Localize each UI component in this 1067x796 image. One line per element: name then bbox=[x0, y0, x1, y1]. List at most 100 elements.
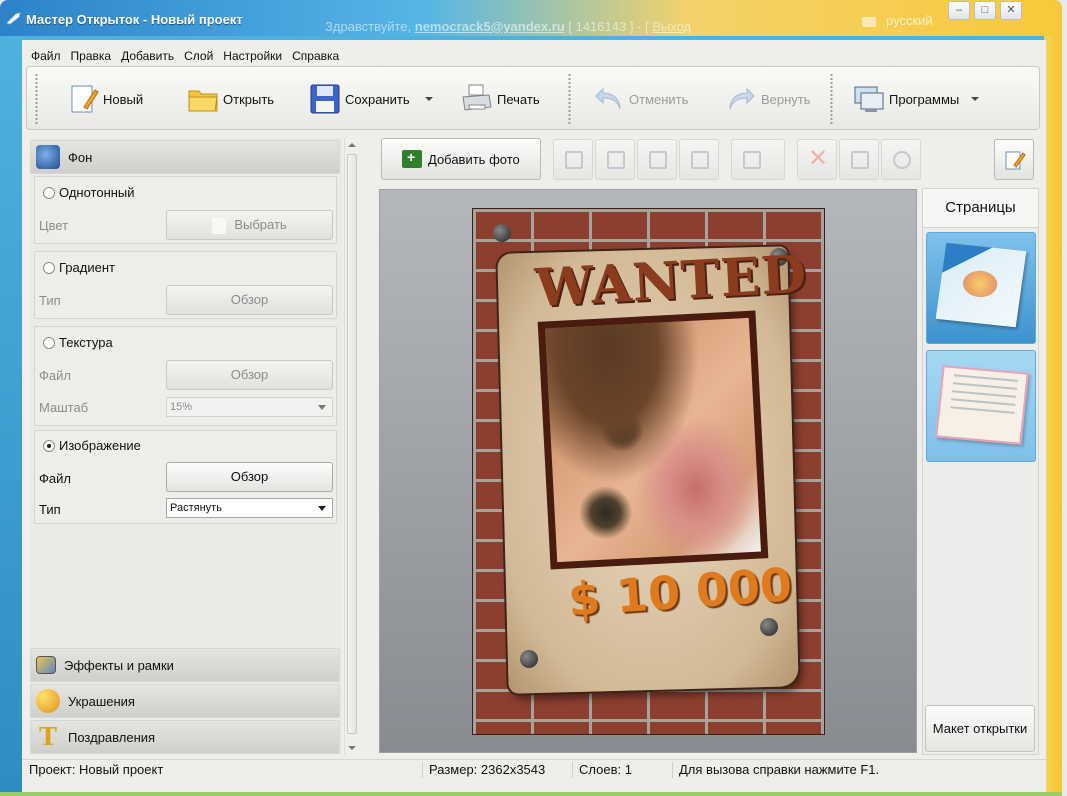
texture-scale-select[interactable]: 15% bbox=[166, 397, 333, 417]
page-thumbnail-front[interactable] bbox=[926, 232, 1036, 344]
save-dropdown-arrow[interactable] bbox=[425, 97, 433, 101]
properties-button[interactable] bbox=[881, 139, 921, 180]
computer-icon bbox=[854, 86, 884, 112]
undo-icon bbox=[595, 87, 621, 110]
toolbar-separator-2 bbox=[830, 73, 833, 125]
nail-icon bbox=[520, 650, 538, 668]
programs-dropdown-arrow[interactable] bbox=[971, 97, 979, 101]
poster-headline: WANTED bbox=[533, 243, 809, 319]
delete-button[interactable]: ✕ bbox=[797, 139, 837, 180]
window-border-right bbox=[1044, 36, 1062, 796]
background-section-header[interactable]: Фон bbox=[30, 140, 340, 174]
toolbar-separator bbox=[568, 73, 571, 125]
gradient-radio-circle[interactable] bbox=[43, 261, 55, 274]
image-group: Изображение Файл Обзор Тип Растянуть bbox=[34, 430, 337, 524]
crop-button[interactable] bbox=[839, 139, 879, 180]
open-button[interactable]: Открыть bbox=[187, 77, 274, 121]
gradient-radio-label: Градиент bbox=[59, 260, 115, 275]
color-swatch bbox=[212, 217, 227, 234]
image-browse-button[interactable]: Обзор bbox=[166, 462, 333, 492]
texture-browse-button[interactable]: Обзор bbox=[166, 360, 333, 390]
bring-to-front-button[interactable] bbox=[553, 139, 593, 180]
solid-radio-label: Однотонный bbox=[59, 185, 135, 200]
texture-group: Текстура Файл Обзор Маштаб 15% bbox=[34, 326, 337, 426]
save-button[interactable]: Сохранить bbox=[309, 77, 410, 121]
image-type-select[interactable]: Растянуть bbox=[166, 498, 333, 518]
greetings-section-header[interactable]: T Поздравления bbox=[30, 720, 340, 754]
solid-radio[interactable]: Однотонный bbox=[43, 185, 135, 200]
add-photo-icon bbox=[402, 149, 422, 168]
redo-icon bbox=[729, 87, 755, 110]
scroll-thumb[interactable] bbox=[347, 154, 357, 734]
maximize-button[interactable]: □ bbox=[974, 1, 996, 20]
undo-label: Отменить bbox=[629, 91, 689, 107]
menu-add[interactable]: Добавить bbox=[118, 47, 177, 65]
print-button[interactable]: Печать bbox=[461, 77, 540, 121]
effects-section-header[interactable]: Эффекты и рамки bbox=[30, 648, 340, 682]
bring-forward-button[interactable] bbox=[595, 139, 635, 180]
user-email-link[interactable]: nemocrack5@yandex.ru bbox=[415, 19, 565, 34]
edit-pencil-icon bbox=[1005, 151, 1026, 170]
logout-link[interactable]: Выход bbox=[652, 19, 691, 34]
edit-text-button[interactable] bbox=[994, 139, 1034, 180]
toolbar-grip[interactable] bbox=[35, 73, 38, 125]
add-photo-button[interactable]: Добавить фото bbox=[381, 138, 541, 180]
redo-button[interactable]: Вернуть bbox=[725, 77, 811, 121]
nail-icon bbox=[760, 618, 778, 636]
pages-list bbox=[922, 227, 1039, 755]
choose-color-button[interactable]: Выбрать bbox=[166, 210, 333, 240]
left-panel-scrollbar[interactable] bbox=[344, 138, 358, 755]
add-photo-label: Добавить фото bbox=[428, 151, 520, 167]
menu-layer[interactable]: Слой bbox=[181, 47, 216, 65]
undo-button[interactable]: Отменить bbox=[593, 77, 688, 121]
portrait-photo bbox=[545, 317, 761, 563]
menu-edit[interactable]: Правка bbox=[68, 47, 115, 65]
programs-label: Программы bbox=[889, 91, 960, 107]
card-front-preview bbox=[935, 242, 1027, 328]
open-label: Открыть bbox=[223, 91, 275, 107]
new-button[interactable]: Новый bbox=[67, 77, 143, 121]
align-button[interactable] bbox=[731, 139, 785, 180]
print-label: Печать bbox=[497, 91, 540, 107]
card-layout-button[interactable]: Макет открытки bbox=[925, 705, 1035, 752]
photo-frame[interactable] bbox=[537, 310, 769, 570]
send-to-back-button[interactable] bbox=[679, 139, 719, 180]
nail-icon bbox=[493, 224, 511, 242]
menu-settings[interactable]: Настройки bbox=[220, 47, 285, 65]
card-back-preview bbox=[935, 365, 1029, 445]
layer-back-icon bbox=[691, 151, 709, 169]
programs-button[interactable]: Программы bbox=[853, 77, 959, 121]
palette-icon bbox=[36, 689, 60, 713]
tab-pages[interactable]: Страницы bbox=[922, 188, 1039, 228]
decorations-section-header[interactable]: Украшения bbox=[30, 684, 340, 718]
status-divider bbox=[572, 762, 573, 778]
close-button[interactable]: ✕ bbox=[1000, 1, 1022, 20]
texture-radio[interactable]: Текстура bbox=[43, 335, 113, 350]
gradient-radio[interactable]: Градиент bbox=[43, 260, 115, 275]
layer-backward-icon bbox=[649, 151, 667, 169]
minimize-button[interactable]: – bbox=[948, 1, 970, 20]
new-label: Новый bbox=[103, 91, 144, 107]
texture-radio-circle[interactable] bbox=[43, 336, 55, 349]
menu-file[interactable]: Файл bbox=[28, 47, 64, 65]
scroll-up-arrow[interactable] bbox=[348, 143, 356, 147]
title-bar[interactable]: Мастер Открыток - Новый проект Здравству… bbox=[0, 0, 1062, 36]
texture-radio-label: Текстура bbox=[59, 335, 113, 350]
texture-scale-label: Маштаб bbox=[39, 400, 89, 415]
layer-front-icon bbox=[565, 151, 583, 169]
solid-radio-circle[interactable] bbox=[43, 186, 55, 199]
crop-icon bbox=[851, 151, 869, 169]
gradient-group: Градиент Тип Обзор bbox=[34, 251, 337, 319]
status-project: Проект: Новый проект bbox=[29, 762, 164, 777]
page-thumbnail-back[interactable] bbox=[926, 350, 1036, 462]
menu-help[interactable]: Справка bbox=[289, 47, 342, 65]
scroll-down-arrow[interactable] bbox=[348, 746, 356, 750]
language-selector[interactable]: русский bbox=[862, 13, 933, 28]
gradient-browse-button[interactable]: Обзор bbox=[166, 285, 333, 315]
image-radio[interactable]: Изображение bbox=[43, 438, 141, 453]
flag-icon bbox=[862, 16, 876, 27]
image-radio-circle[interactable] bbox=[43, 439, 55, 452]
window-border-bottom bbox=[0, 792, 1062, 796]
send-backward-button[interactable] bbox=[637, 139, 677, 180]
status-divider bbox=[672, 762, 673, 778]
